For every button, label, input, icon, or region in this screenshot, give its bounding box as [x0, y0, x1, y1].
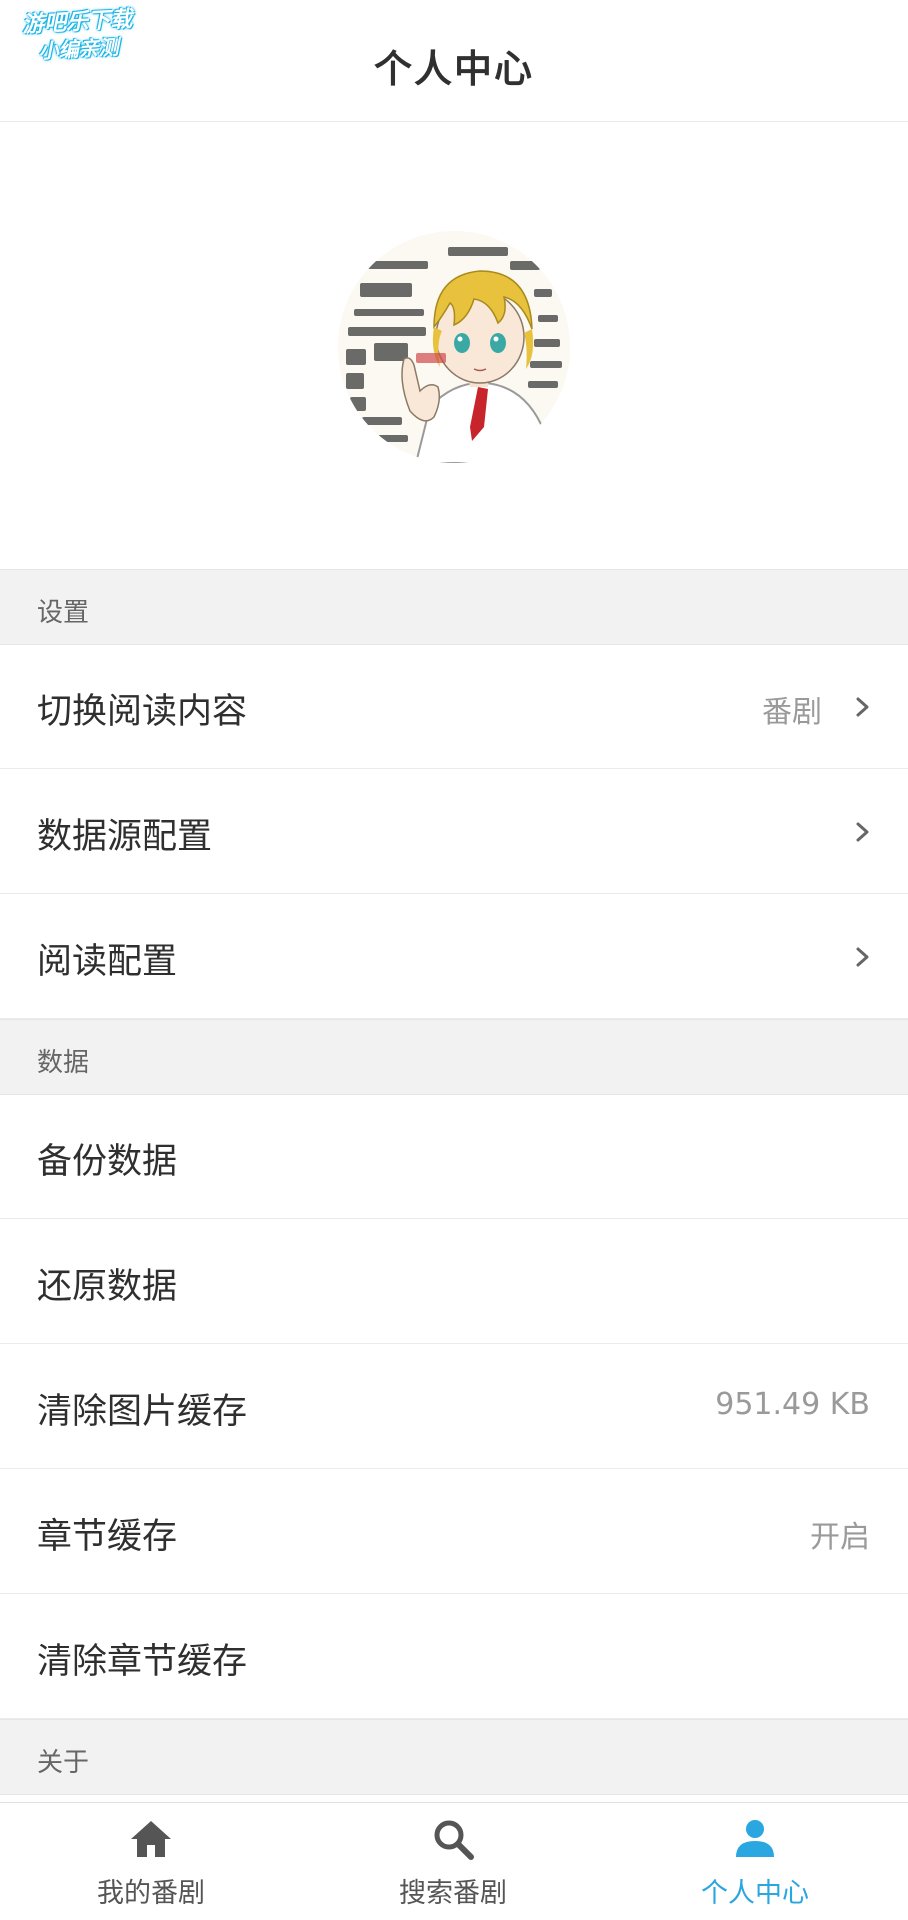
switch-content-row[interactable]: 切换阅读内容 番剧 [0, 645, 908, 769]
section-label-about: 关于 [37, 1748, 90, 1778]
tab-label-search-anime: 搜索番剧 [399, 1878, 507, 1909]
section-header-settings: 设置 [0, 569, 908, 645]
bottom-tab-bar: 我的番剧 搜索番剧 个人中心 [0, 1802, 908, 1920]
reading-config-label: 阅读配置 [37, 942, 178, 982]
section-label-data: 数据 [37, 1048, 90, 1078]
backup-data-row[interactable]: 备份数据 [0, 1095, 908, 1219]
chapter-cache-status: 开启 [810, 1520, 870, 1555]
section-header-data: 数据 [0, 1019, 908, 1095]
search-icon [434, 1820, 474, 1860]
section-header-about: 关于 [0, 1719, 908, 1795]
tab-label-personal-center: 个人中心 [701, 1878, 809, 1909]
chapter-cache-row[interactable]: 章节缓存 开启 [0, 1470, 908, 1594]
tab-my-anime[interactable]: 我的番剧 [0, 1803, 302, 1920]
avatar-illustration [338, 231, 570, 463]
watermark-logo: 游吧乐下载 小编亲测 [7, 6, 150, 69]
chevron-right-icon [856, 697, 869, 717]
restore-data-row[interactable]: 还原数据 [0, 1220, 908, 1344]
chevron-right-icon [856, 822, 869, 842]
clear-image-cache-row[interactable]: 清除图片缓存 951.49 KB [0, 1345, 908, 1469]
person-icon [736, 1820, 774, 1857]
switch-content-label: 切换阅读内容 [37, 692, 248, 732]
home-icon [131, 1821, 171, 1857]
data-source-config-row[interactable]: 数据源配置 [0, 770, 908, 894]
image-cache-size: 951.49 KB [715, 1387, 870, 1422]
reading-config-row[interactable]: 阅读配置 [0, 895, 908, 1019]
clear-chapter-cache-row[interactable]: 清除章节缓存 [0, 1595, 908, 1719]
tab-search-anime[interactable]: 搜索番剧 [302, 1803, 604, 1920]
avatar[interactable] [338, 231, 570, 463]
switch-content-value: 番剧 [762, 695, 822, 730]
chapter-cache-label: 章节缓存 [37, 1517, 178, 1557]
restore-data-label: 还原数据 [37, 1267, 178, 1307]
tab-personal-center[interactable]: 个人中心 [604, 1803, 906, 1920]
section-label-settings: 设置 [37, 598, 90, 628]
clear-image-cache-label: 清除图片缓存 [37, 1392, 248, 1432]
profile-page: 个人中心 游吧乐下载 小编亲测 设置 切换阅读内容 番剧 数据源配置 阅读配置 … [0, 0, 908, 1920]
clear-chapter-cache-label: 清除章节缓存 [37, 1642, 248, 1682]
chevron-right-icon [856, 947, 869, 967]
avatar-area [0, 123, 908, 569]
tab-label-my-anime: 我的番剧 [97, 1878, 205, 1909]
backup-data-label: 备份数据 [37, 1142, 178, 1182]
data-source-config-label: 数据源配置 [37, 817, 213, 857]
